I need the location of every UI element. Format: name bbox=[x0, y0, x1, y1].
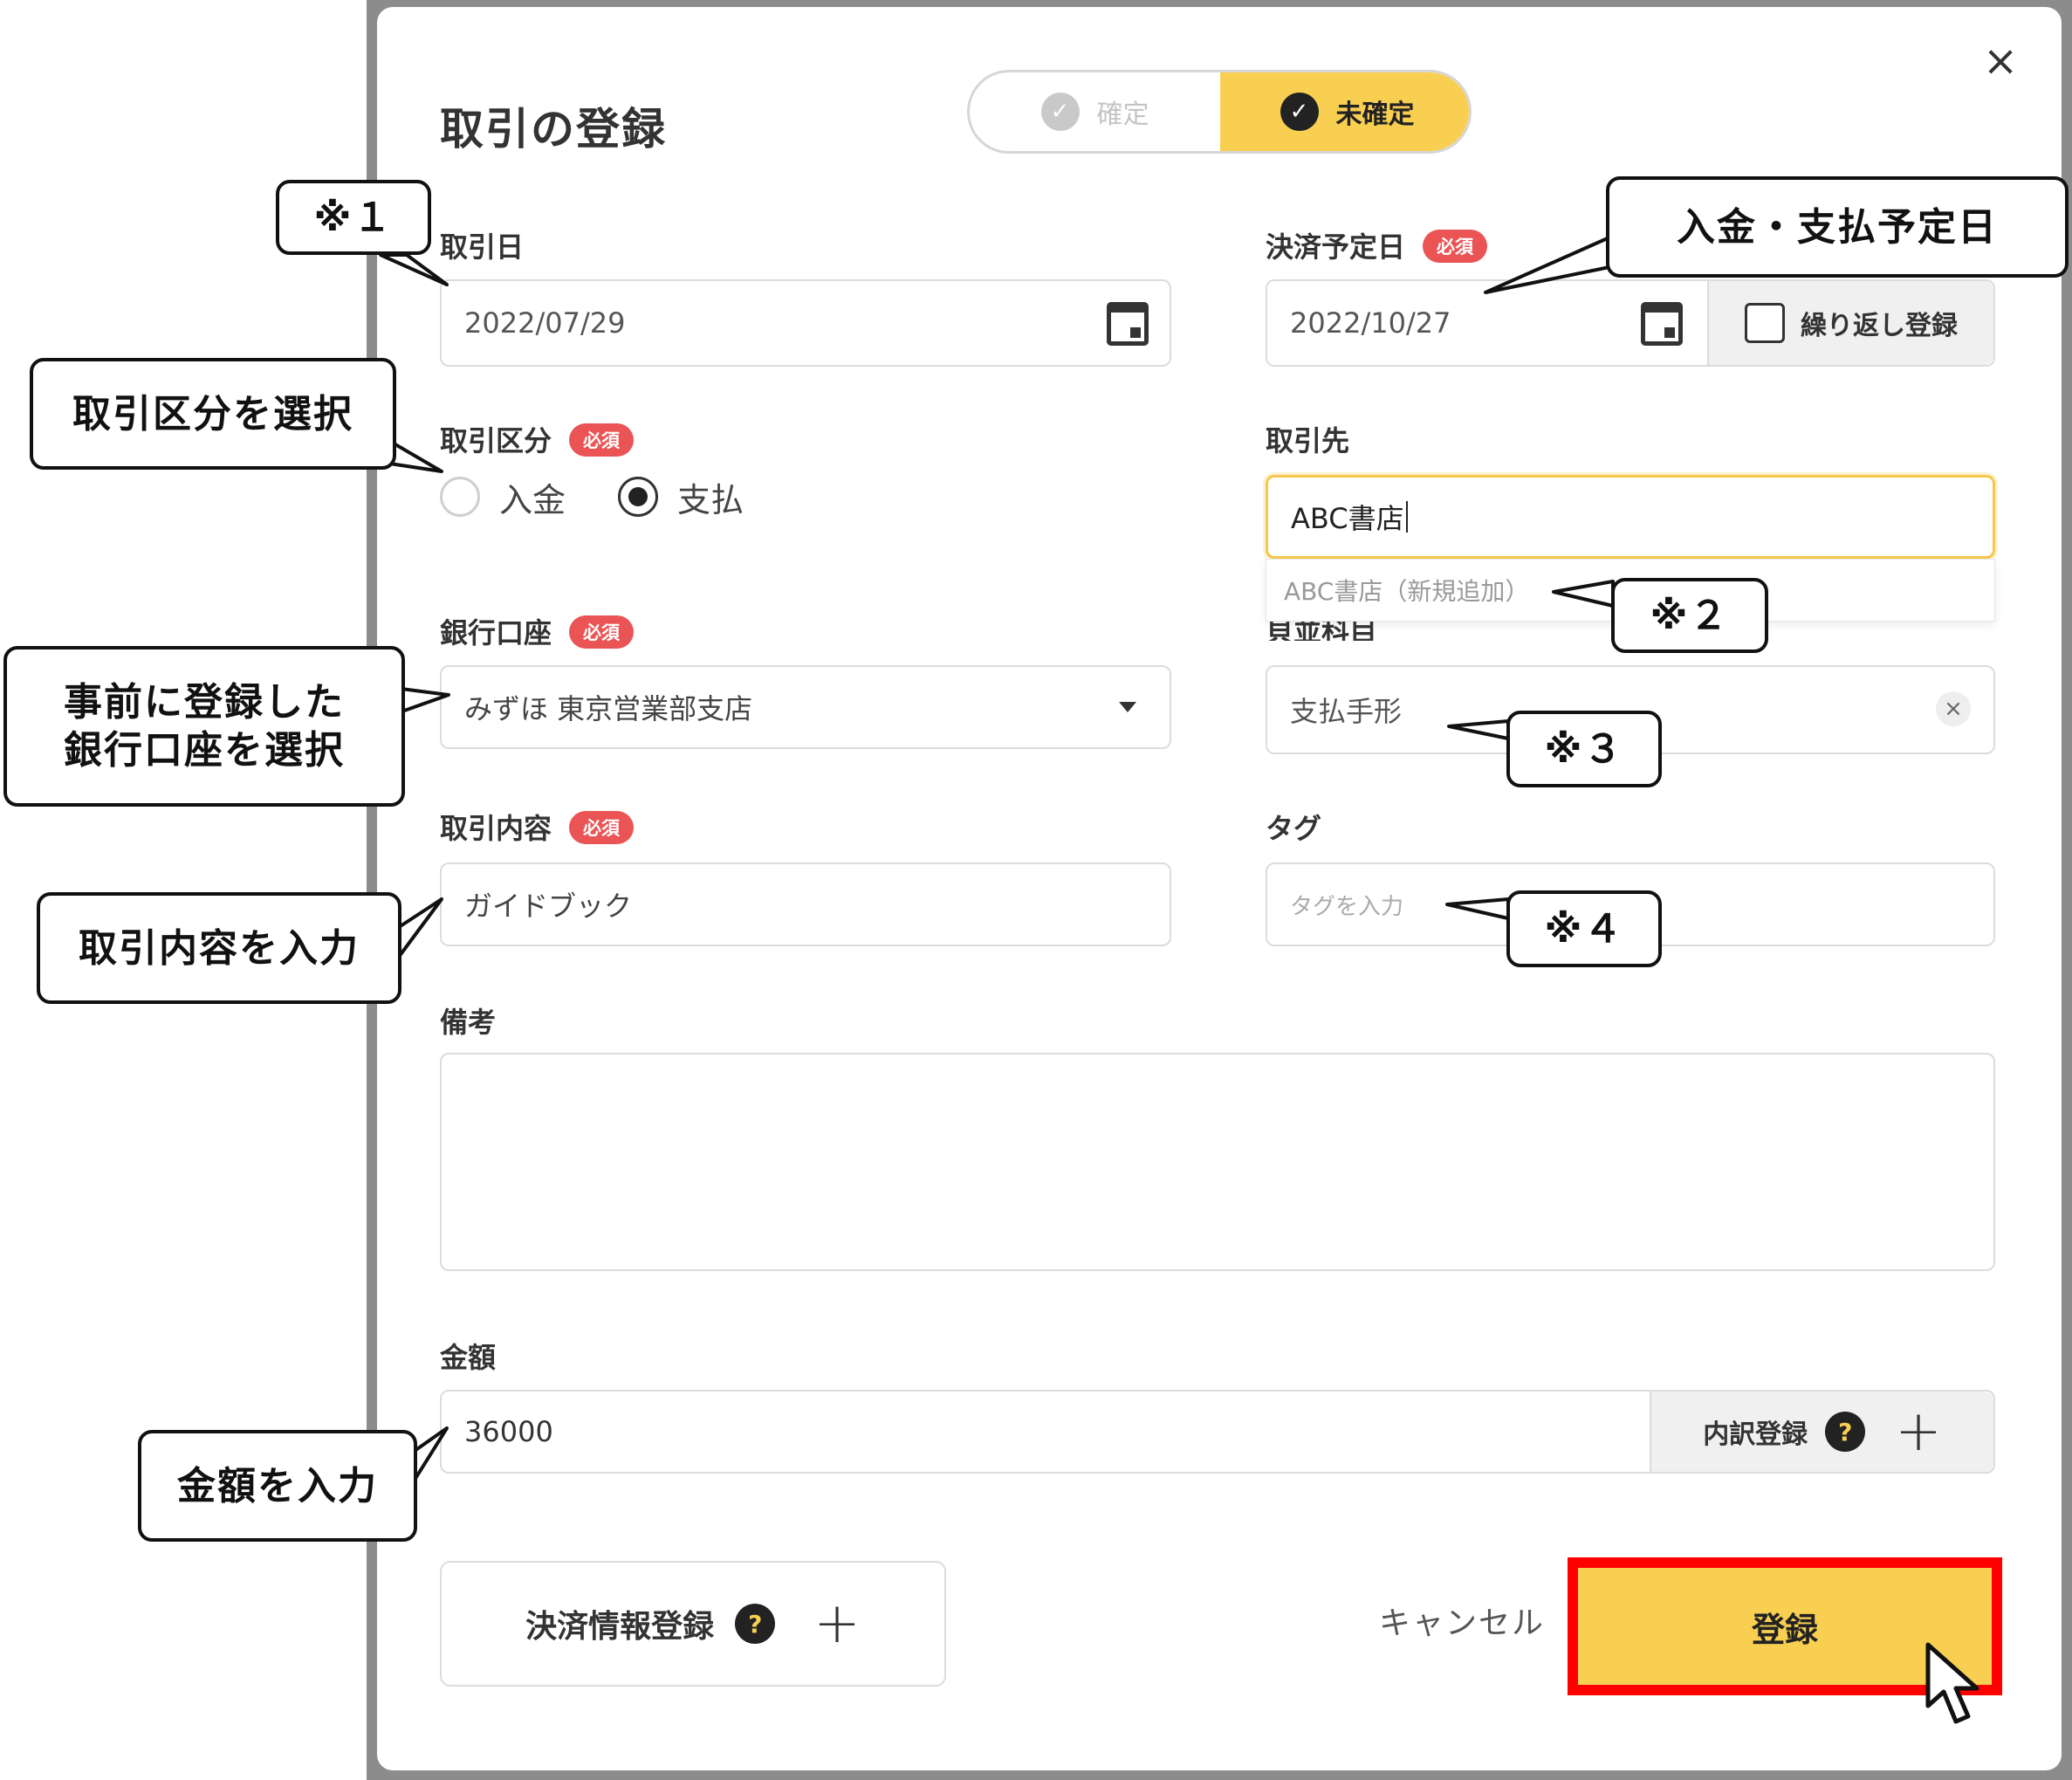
mouse-pointer-icon bbox=[1925, 1642, 1979, 1724]
callout-bank: 事前に登録した 銀行口座を選択 bbox=[3, 646, 405, 807]
repeat-checkbox[interactable] bbox=[1745, 303, 1785, 343]
memo-label: 備考 bbox=[440, 1006, 497, 1039]
transaction-date-value: 2022/07/29 bbox=[464, 306, 626, 340]
chevron-down-icon bbox=[1119, 702, 1136, 712]
bank-account-label: 銀行口座 必須 bbox=[440, 611, 635, 651]
close-icon[interactable]: × bbox=[1983, 37, 2018, 86]
radio-payment[interactable] bbox=[618, 477, 658, 517]
radio-deposit-label: 入金 bbox=[499, 481, 566, 519]
callout-payment-date: 入金・支払予定日 bbox=[1606, 176, 2069, 278]
transaction-type-label: 取引区分 必須 bbox=[440, 419, 635, 459]
toggle-unconfirmed[interactable]: ✓ 未確定 bbox=[1220, 72, 1469, 151]
description-label: 取引内容 必須 bbox=[440, 807, 635, 847]
settlement-info-label: 決済情報登録 bbox=[525, 1609, 715, 1645]
check-icon: ✓ bbox=[1040, 93, 1080, 131]
settlement-info-button[interactable]: 決済情報登録 ? + bbox=[440, 1561, 946, 1687]
help-icon[interactable]: ? bbox=[1825, 1412, 1866, 1452]
required-badge: 必須 bbox=[569, 811, 635, 844]
toggle-unconfirmed-label: 未確定 bbox=[1335, 100, 1415, 130]
submit-label: 登録 bbox=[1751, 1610, 1818, 1649]
transaction-date-label: 取引日 bbox=[440, 230, 525, 264]
toggle-confirmed[interactable]: ✓ 確定 bbox=[970, 72, 1220, 151]
settlement-date-label: 決済予定日 必須 bbox=[1266, 225, 1488, 265]
callout-enter-description: 取引内容を入力 bbox=[37, 892, 401, 1004]
callout-enter-amount: 金額を入力 bbox=[138, 1430, 417, 1542]
settlement-date-value: 2022/10/27 bbox=[1290, 306, 1451, 340]
bank-account-select[interactable]: みずほ 東京営業部支店 bbox=[440, 665, 1171, 749]
repeat-registration-toggle[interactable]: 繰り返し登録 bbox=[1707, 281, 1993, 365]
required-badge: 必須 bbox=[569, 423, 635, 457]
repeat-label: 繰り返し登録 bbox=[1801, 311, 1958, 341]
account-item-label-clip: 貝並科目 bbox=[1266, 622, 1405, 641]
calendar-icon[interactable] bbox=[1107, 302, 1149, 346]
callout-note3: ※３ bbox=[1506, 711, 1662, 787]
text-cursor bbox=[1405, 501, 1408, 533]
dialog-title: 取引の登録 bbox=[440, 104, 667, 155]
toggle-confirmed-label: 確定 bbox=[1096, 100, 1149, 130]
callout-select-type: 取引区分を選択 bbox=[30, 358, 396, 470]
calendar-icon[interactable] bbox=[1641, 302, 1683, 346]
breakdown-button[interactable]: 内訳登録 ? + bbox=[1650, 1392, 1993, 1472]
transaction-date-field[interactable]: 2022/07/29 bbox=[440, 279, 1171, 367]
help-icon[interactable]: ? bbox=[735, 1604, 776, 1644]
account-item-value: 支払手形 bbox=[1290, 695, 1403, 728]
callout-note2: ※２ bbox=[1611, 578, 1768, 653]
account-item-label: 貝並科目 bbox=[1266, 622, 1378, 641]
callout-note4: ※４ bbox=[1506, 890, 1662, 967]
plus-icon: + bbox=[1895, 1399, 1942, 1464]
memo-textarea[interactable] bbox=[440, 1053, 1995, 1271]
required-badge: 必須 bbox=[569, 615, 635, 649]
cancel-button[interactable]: キャンセル bbox=[1379, 1598, 1545, 1643]
callout-note1: ※１ bbox=[276, 180, 431, 255]
description-value: ガイドブック bbox=[464, 890, 633, 923]
status-toggle[interactable]: ✓ 確定 ✓ 未確定 bbox=[967, 70, 1472, 154]
clear-icon[interactable]: × bbox=[1936, 691, 1971, 726]
partner-input[interactable]: ABC書店 bbox=[1266, 475, 1995, 559]
radio-payment-label: 支払 bbox=[677, 481, 744, 519]
amount-value: 36000 bbox=[464, 1415, 553, 1448]
tags-label: タグ bbox=[1266, 812, 1322, 845]
required-badge: 必須 bbox=[1423, 230, 1488, 263]
plus-icon: + bbox=[813, 1591, 861, 1656]
partner-label: 取引先 bbox=[1266, 424, 1350, 457]
tags-placeholder: タグを入力 bbox=[1290, 893, 1404, 920]
breakdown-label: 内訳登録 bbox=[1703, 1419, 1808, 1450]
radio-deposit[interactable] bbox=[440, 477, 480, 517]
amount-label: 金額 bbox=[440, 1341, 497, 1374]
bank-account-value: みずほ 東京営業部支店 bbox=[464, 692, 753, 725]
description-input[interactable]: ガイドブック bbox=[440, 863, 1171, 946]
partner-value: ABC書店 bbox=[1291, 502, 1404, 535]
check-icon: ✓ bbox=[1280, 93, 1319, 131]
